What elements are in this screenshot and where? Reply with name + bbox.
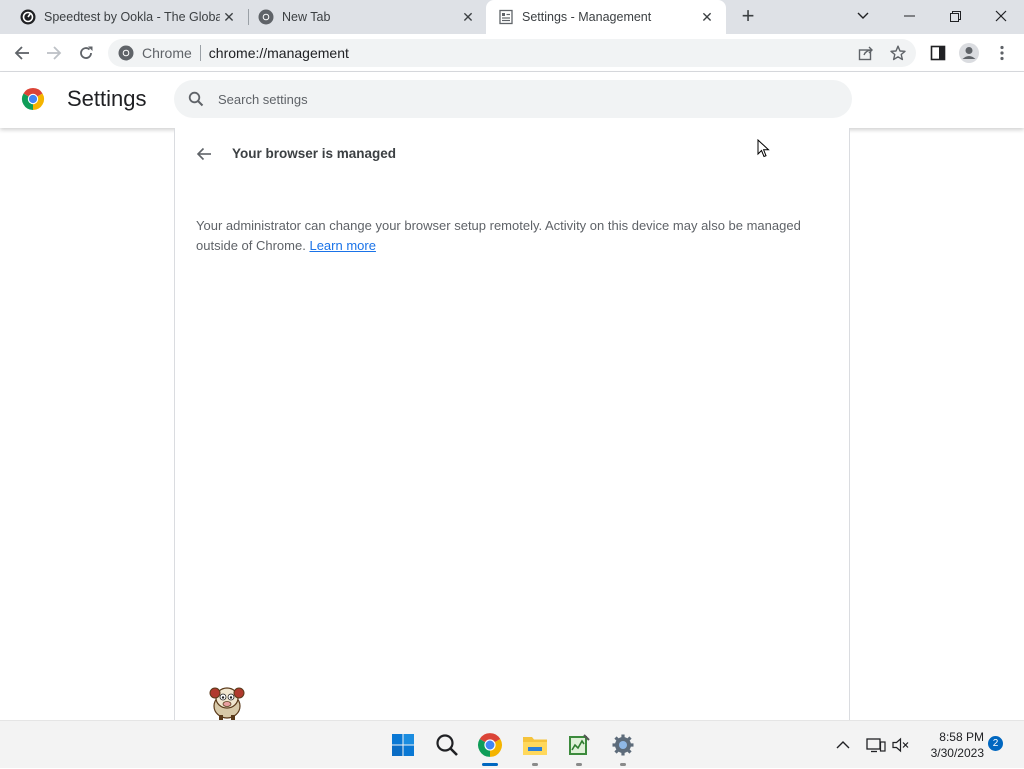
managed-description: Your administrator can change your brows… <box>196 216 816 256</box>
chrome-taskbar-icon[interactable] <box>476 731 504 766</box>
back-icon[interactable] <box>10 41 34 65</box>
learn-more-link[interactable]: Learn more <box>309 238 375 253</box>
running-app-indicator <box>576 763 582 766</box>
windows-taskbar: 8:58 PM 3/30/2023 <box>0 720 1024 768</box>
active-app-indicator <box>482 763 498 766</box>
chrome-icon <box>258 9 274 25</box>
chrome-icon <box>118 45 134 61</box>
file-explorer-icon[interactable] <box>521 731 549 766</box>
tab-speedtest[interactable]: Speedtest by Ookla - The Global ✕ <box>0 0 248 34</box>
running-app-indicator <box>532 763 538 766</box>
tab-settings-management[interactable]: Settings - Management ✕ <box>486 0 726 34</box>
tab-search-chevron-icon[interactable] <box>840 0 886 32</box>
subpage-heading: Your browser is managed <box>232 146 397 161</box>
tray-overflow-chevron-icon[interactable] <box>836 721 850 769</box>
volume-muted-icon[interactable] <box>892 721 910 769</box>
tab-strip: Speedtest by Ookla - The Global ✕ New Ta… <box>0 0 1024 34</box>
site-info-chip[interactable]: Chrome <box>108 45 192 61</box>
management-card: Your browser is managed Your administrat… <box>174 128 850 720</box>
page-title: Settings <box>67 86 147 111</box>
forward-icon[interactable] <box>42 41 66 65</box>
sheep-mascot-icon <box>207 682 247 720</box>
settings-search[interactable] <box>174 80 852 118</box>
address-bar[interactable]: Chrome chrome://management <box>108 39 916 67</box>
clock-date: 3/30/2023 <box>930 746 984 760</box>
tab-title: New Tab <box>282 10 331 24</box>
minimize-button[interactable] <box>886 0 932 32</box>
settings-header: Settings <box>0 72 1024 128</box>
settings-gear-icon[interactable] <box>609 731 637 766</box>
url-text[interactable]: chrome://management <box>209 45 349 61</box>
task-manager-icon[interactable] <box>565 731 593 766</box>
side-panel-icon[interactable] <box>926 41 950 65</box>
more-menu-icon[interactable] <box>990 41 1014 65</box>
windows-start-icon[interactable] <box>389 731 417 759</box>
network-icon[interactable] <box>866 721 886 769</box>
search-icon <box>186 89 206 109</box>
new-tab-button[interactable]: + <box>736 5 760 29</box>
close-icon[interactable]: ✕ <box>698 8 716 26</box>
close-window-button[interactable] <box>978 0 1024 32</box>
omnibox-divider <box>199 45 201 61</box>
mouse-cursor-icon <box>757 138 771 159</box>
tab-title: Speedtest by Ookla - The Global <box>44 10 220 24</box>
site-label: Chrome <box>142 45 192 61</box>
search-input[interactable] <box>218 91 818 107</box>
reload-icon[interactable] <box>74 41 98 65</box>
notification-count-badge[interactable]: 2 <box>988 736 1003 751</box>
clock-time: 8:58 PM <box>939 730 984 744</box>
speedtest-icon <box>20 9 36 25</box>
back-arrow-icon[interactable] <box>193 143 215 165</box>
description-text: Your administrator can change your brows… <box>196 218 801 253</box>
bookmark-star-icon[interactable] <box>886 41 910 65</box>
close-icon[interactable]: ✕ <box>459 8 477 26</box>
close-icon[interactable]: ✕ <box>220 8 238 26</box>
search-icon[interactable] <box>433 731 461 759</box>
running-app-indicator <box>620 763 626 766</box>
browser-toolbar: Chrome chrome://management <box>0 34 1024 72</box>
chrome-logo-icon <box>21 87 45 111</box>
share-icon[interactable] <box>854 41 878 65</box>
restore-button[interactable] <box>932 0 978 32</box>
tab-title: Settings - Management <box>522 10 652 24</box>
settings-page-icon <box>498 9 514 25</box>
tab-new-tab[interactable]: New Tab ✕ <box>238 0 487 34</box>
profile-avatar-icon[interactable] <box>957 41 981 65</box>
taskbar-clock[interactable]: 8:58 PM 3/30/2023 <box>918 729 984 761</box>
